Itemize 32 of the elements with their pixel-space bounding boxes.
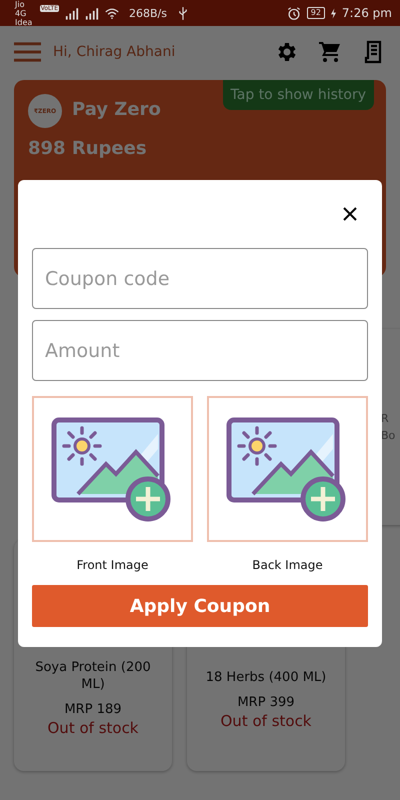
clock-time: 7:26 pm <box>342 6 392 20</box>
greeting-text: Hi, Chirag Abhani <box>53 44 176 60</box>
carrier-name: Jio 4G <box>15 0 28 18</box>
cart-icon[interactable] <box>318 40 342 64</box>
close-icon[interactable] <box>342 206 358 222</box>
carrier-name: Idea <box>15 18 34 26</box>
image-label: Back Image <box>252 558 323 572</box>
signal-icon <box>65 6 79 20</box>
history-button[interactable]: Tap to show history <box>222 80 374 110</box>
product-price: MRP 399 <box>237 695 295 710</box>
stock-status: Out of stock <box>48 719 138 737</box>
wallet-title: Pay Zero <box>72 99 161 120</box>
alarm-icon <box>286 6 301 20</box>
product-name: R Bo <box>381 411 396 444</box>
battery-indicator: 92 <box>306 7 325 19</box>
menu-icon[interactable] <box>14 42 41 62</box>
image-label: Front Image <box>76 558 148 572</box>
stock-status: Out of stock <box>220 712 312 730</box>
image-upload-button[interactable] <box>32 396 193 542</box>
image-upload-button[interactable] <box>207 396 368 542</box>
product-name: Soya Protein (200 ML) <box>34 659 152 693</box>
input-field[interactable]: Coupon code <box>32 248 368 309</box>
wifi-icon <box>105 6 119 20</box>
signal-icon <box>85 6 99 20</box>
usb-icon <box>178 6 187 20</box>
input-field[interactable]: Amount <box>32 320 368 381</box>
apply-coupon-button[interactable]: Apply Coupon <box>32 585 368 627</box>
charging-icon <box>330 8 336 18</box>
network-speed: 268B/s <box>129 6 167 20</box>
product-name: 18 Herbs (400 ML) <box>206 669 326 686</box>
wallet-balance: 898 Rupees <box>28 138 148 159</box>
product-price: MRP 189 <box>64 702 122 717</box>
